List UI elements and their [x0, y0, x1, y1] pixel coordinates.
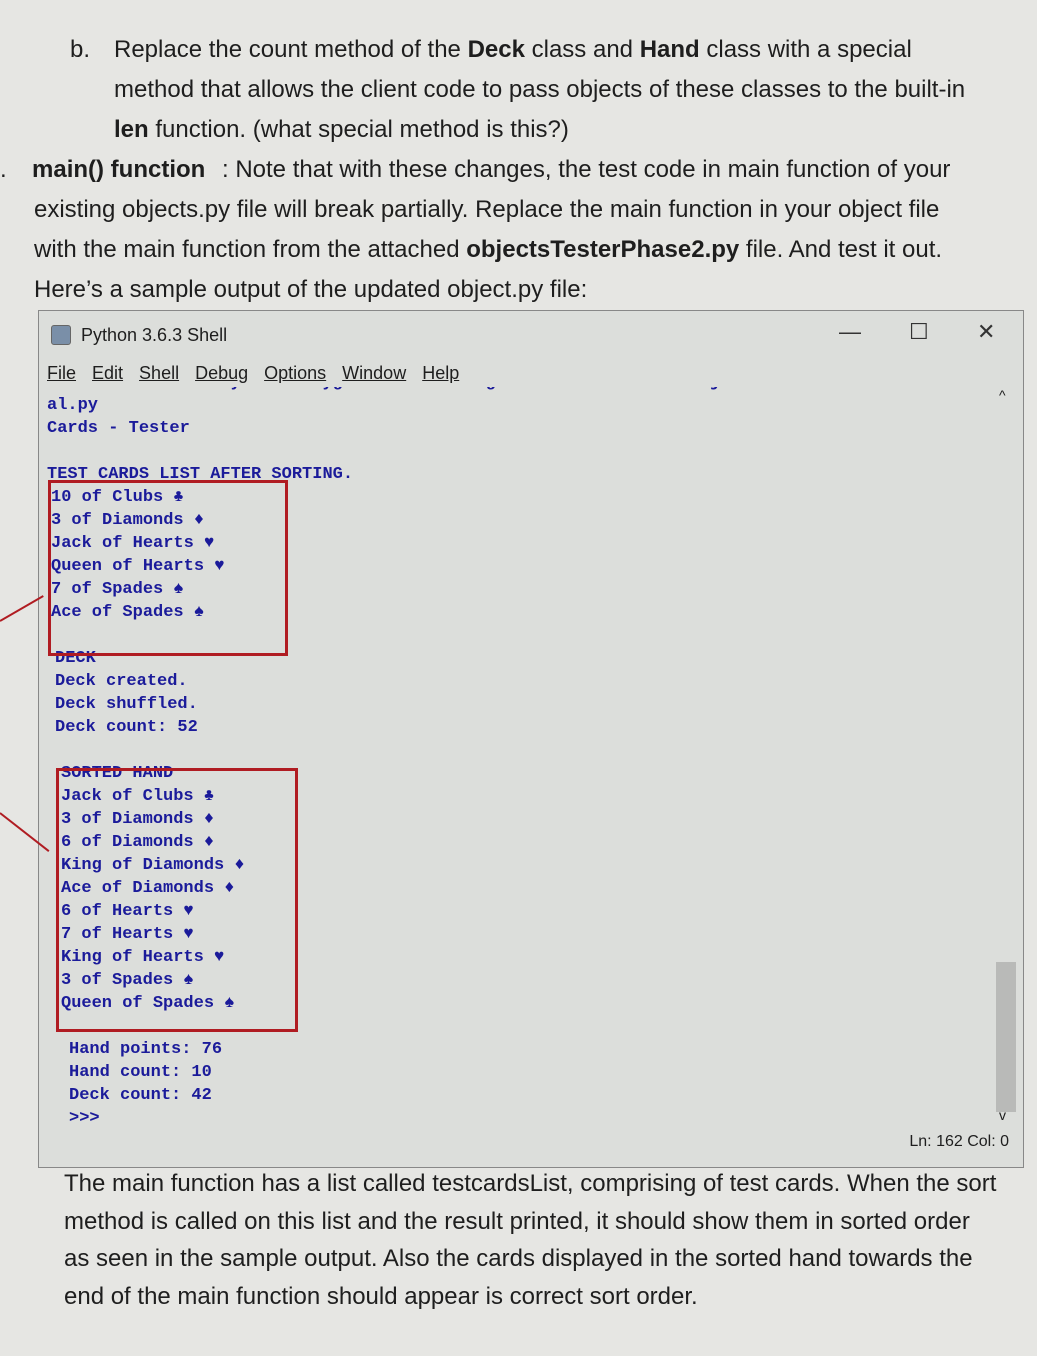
text: len	[114, 116, 149, 143]
item-b: b. Replace the count method of the Deck …	[70, 30, 912, 70]
menu-window[interactable]: Window	[342, 363, 406, 383]
status-bar: Ln: 162 Col: 0	[909, 1133, 1009, 1150]
text: as seen in the sample output. Also the c…	[64, 1245, 973, 1272]
text: function. (what special method is this?)	[148, 116, 569, 143]
menu-file[interactable]: File	[47, 363, 76, 383]
maximize-button[interactable]: ☐	[909, 319, 929, 345]
text: existing objects.py file will break part…	[34, 196, 940, 223]
text: The main function has a list called test…	[64, 1170, 997, 1197]
minimize-button[interactable]: —	[839, 319, 861, 345]
shell-line: Cards - Tester	[47, 419, 190, 438]
scrollbar-thumb[interactable]	[996, 962, 1016, 1112]
menu-bar: File Edit Shell Debug Options Window Help	[47, 363, 475, 384]
text: method that allows the client code to pa…	[114, 76, 966, 103]
text: with the main function from the attached	[34, 236, 467, 263]
shell-line: Hand points: 76	[69, 1040, 223, 1059]
text: Hand	[639, 36, 700, 63]
marker: .	[0, 156, 7, 183]
text: Here’s a sample output of the updated ob…	[34, 276, 588, 303]
text: Replace the count method of the	[114, 36, 468, 63]
scroll-down-icon[interactable]: v	[999, 1107, 1006, 1123]
text: with the main function from the attached…	[34, 230, 942, 270]
shell-line: >>>	[69, 1109, 100, 1128]
text: method is called on this list and the re…	[64, 1207, 970, 1235]
shell-line: al.py	[47, 396, 99, 415]
shell-line: Deck count: 52	[55, 718, 198, 737]
text: objectsTesterPhase2.py	[466, 236, 740, 263]
scrollbar[interactable]: ^ v	[993, 387, 1017, 1127]
text: class and	[524, 36, 640, 63]
scroll-up-icon[interactable]: ^	[999, 387, 1006, 403]
text: main() function	[32, 156, 206, 183]
text: len function. (what special method is th…	[114, 110, 569, 150]
python-icon	[51, 325, 71, 345]
annotation-box	[48, 480, 288, 656]
shell-line: Deck count: 42	[69, 1086, 212, 1105]
shell-line: RESTART: C:/Code/Python/Playground-120/A…	[47, 387, 853, 392]
text: file. And test it out.	[739, 236, 943, 263]
menu-debug[interactable]: Debug	[195, 363, 248, 383]
python-shell-window: Python 3.6.3 Shell — ☐ ✕ File Edit Shell De…	[38, 310, 1024, 1168]
text: Deck	[467, 36, 525, 63]
annotation-box	[56, 768, 298, 1032]
shell-line: Hand count: 10	[69, 1063, 212, 1082]
item-3: . main() function	[0, 150, 205, 190]
text: end of the main function should appear i…	[64, 1282, 698, 1310]
menu-help[interactable]: Help	[422, 363, 459, 383]
title-bar: Python 3.6.3 Shell — ☐ ✕	[39, 311, 1023, 359]
menu-options[interactable]: Options	[264, 363, 326, 383]
marker: b.	[70, 36, 91, 63]
footer-paragraph: The main function has a list called test…	[64, 1165, 996, 1315]
shell-line: Deck created.	[55, 672, 188, 691]
menu-shell[interactable]: Shell	[139, 363, 179, 383]
shell-line: Deck shuffled.	[55, 695, 198, 714]
text: : Note that with these changes, the test…	[222, 156, 951, 183]
menu-edit[interactable]: Edit	[92, 363, 123, 383]
window-title: Python 3.6.3 Shell	[81, 325, 228, 345]
close-button[interactable]: ✕	[977, 319, 995, 345]
text: class with a special	[699, 36, 912, 63]
